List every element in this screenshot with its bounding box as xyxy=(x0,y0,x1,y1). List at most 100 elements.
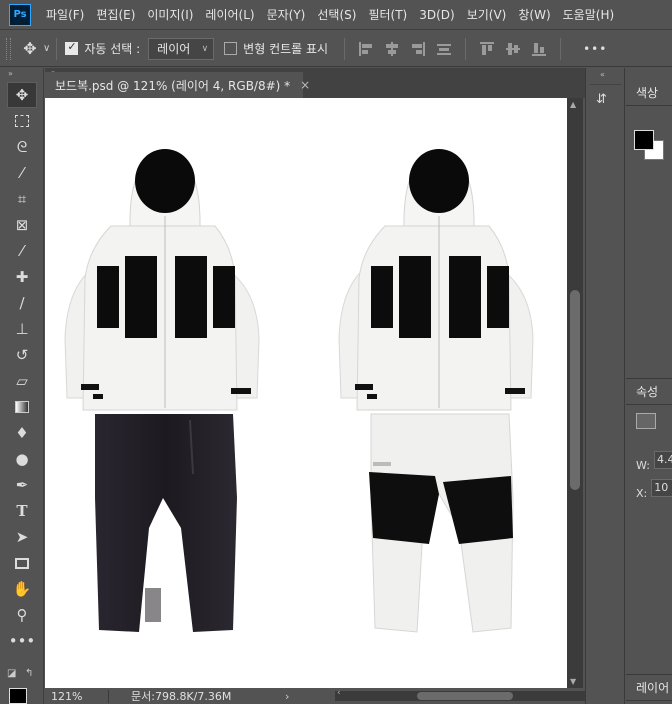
width-input[interactable]: 4.4 xyxy=(653,451,672,469)
scroll-up-icon[interactable]: ▲ xyxy=(570,100,576,109)
menu-view[interactable]: 보기(V) xyxy=(467,6,507,23)
history-panel-icon[interactable]: ⇵ xyxy=(596,92,616,112)
menu-bar: Ps 파일(F) 편집(E) 이미지(I) 레이어(L) 문자(Y) 선택(S)… xyxy=(0,0,672,30)
rectangle-icon[interactable] xyxy=(7,550,37,576)
type-icon[interactable]: T xyxy=(7,498,37,524)
align-left-icon[interactable] xyxy=(358,41,374,57)
align-bottom-icon[interactable] xyxy=(531,41,547,57)
left-outfit-jacket xyxy=(64,149,260,411)
more-options-icon[interactable]: ••• xyxy=(583,42,607,56)
move-icon[interactable]: ✥ xyxy=(7,82,37,108)
scroll-left-icon[interactable]: ‹ xyxy=(337,688,341,698)
width-label: W: xyxy=(636,459,650,472)
canvas-area[interactable] xyxy=(45,98,567,688)
foreground-color-swatch[interactable] xyxy=(9,688,27,704)
magic-wand-icon[interactable]: ⁄ xyxy=(7,160,37,186)
menu-image[interactable]: 이미지(I) xyxy=(147,6,193,23)
vertical-scroll-thumb[interactable] xyxy=(570,290,580,490)
move-tool-preset-icon[interactable]: ✥ xyxy=(19,38,41,60)
x-input[interactable]: 10 xyxy=(651,479,672,497)
default-colors-icon[interactable]: ◪ xyxy=(7,668,16,679)
auto-select-checkbox[interactable] xyxy=(65,40,79,55)
transform-controls-label: 변형 컨트롤 표시 xyxy=(243,42,329,56)
options-grip[interactable] xyxy=(6,37,11,60)
align-top-icon[interactable] xyxy=(479,41,495,57)
menu-type[interactable]: 문자(Y) xyxy=(267,6,306,23)
menu-window[interactable]: 창(W) xyxy=(518,6,550,23)
history-brush-icon[interactable]: ↺ xyxy=(7,342,37,368)
document-info: 문서:798.8K/7.36M xyxy=(131,690,232,703)
left-outfit-pants xyxy=(95,414,237,632)
hand-icon[interactable]: ✋ xyxy=(7,576,37,602)
status-bar: 121% 문서:798.8K/7.36M › ‹ xyxy=(45,688,585,704)
toolbar-color-swatches[interactable]: ◪ ↰ xyxy=(7,668,41,704)
status-menu-arrow-icon[interactable]: › xyxy=(285,690,289,703)
menu-select[interactable]: 선택(S) xyxy=(317,6,356,23)
panel-dock: « ⇵ xyxy=(585,68,625,704)
transform-controls-checkbox[interactable] xyxy=(224,42,238,55)
vertical-scrollbar[interactable]: ▲ ▼ xyxy=(567,98,583,688)
photoshop-logo: Ps xyxy=(9,3,31,26)
auto-select-value: 레이어 xyxy=(157,42,191,56)
zoom-level[interactable]: 121% xyxy=(45,689,109,703)
foreground-color[interactable] xyxy=(634,130,654,150)
zoom-icon[interactable]: ⚲ xyxy=(7,602,37,628)
menu-layer[interactable]: 레이어(L) xyxy=(205,6,254,23)
eyedropper-icon[interactable]: ⁄ xyxy=(7,238,37,264)
menu-file[interactable]: 파일(F) xyxy=(46,6,84,23)
collapse-icon[interactable]: » xyxy=(0,68,43,82)
tab-color[interactable]: 색상 xyxy=(626,80,672,106)
x-label: X: xyxy=(636,487,648,500)
align-center-h-icon[interactable] xyxy=(384,41,400,57)
divider xyxy=(56,37,58,60)
eraser-icon[interactable]: ▱ xyxy=(7,368,37,394)
align-right-icon[interactable] xyxy=(410,41,426,57)
menu-filter[interactable]: 필터(T) xyxy=(368,6,407,23)
tools-panel: » ✥ ᘓ ⁄ ⌗ ⊠ ⁄ ✚ ∕ ⊥ ↺ ▱ ♦ ● ✒ T ➤ ✋ ⚲ ••… xyxy=(0,68,44,704)
distribute-icon[interactable] xyxy=(436,41,452,57)
layers-panel: 레이어 xyxy=(626,674,672,704)
brush-icon[interactable]: ∕ xyxy=(7,290,37,316)
gradient-icon[interactable] xyxy=(7,394,37,420)
menu-edit[interactable]: 편집(E) xyxy=(96,6,135,23)
horizontal-scrollbar[interactable]: ‹ xyxy=(335,688,585,701)
scroll-down-icon[interactable]: ▼ xyxy=(570,677,576,686)
tab-properties[interactable]: 속성 xyxy=(626,379,672,405)
divider xyxy=(344,37,346,60)
x-row: X: 10 xyxy=(636,479,672,500)
horizontal-scroll-thumb[interactable] xyxy=(417,692,513,700)
document-tab-title: 보드복.psd @ 121% (레이어 4, RGB/8#) * xyxy=(55,78,291,93)
options-bar: ✥ ∨ 자동 선택 : 레이어 ∨ 변형 컨트롤 표시 ••• xyxy=(0,31,672,67)
divider xyxy=(465,37,467,60)
divider xyxy=(590,84,622,85)
auto-select-dropdown[interactable]: 레이어 ∨ xyxy=(148,37,215,60)
document-canvas[interactable] xyxy=(45,98,567,688)
menu-3d[interactable]: 3D(D) xyxy=(419,8,454,22)
image-icon xyxy=(636,413,656,429)
more-tools-icon[interactable]: ••• xyxy=(7,628,37,654)
document-tab[interactable]: 보드복.psd @ 121% (레이어 4, RGB/8#) * × xyxy=(45,72,310,98)
collapse-icon[interactable]: « xyxy=(600,70,605,79)
path-select-icon[interactable]: ➤ xyxy=(7,524,37,550)
properties-panel: 속성 W:4.4 X:10 xyxy=(626,378,672,678)
chevron-down-icon[interactable]: ∨ xyxy=(43,43,50,54)
auto-select-label: 자동 선택 : xyxy=(84,42,141,56)
frame-icon[interactable]: ⊠ xyxy=(7,212,37,238)
swap-colors-icon[interactable]: ↰ xyxy=(25,668,33,679)
close-icon[interactable]: × xyxy=(300,78,310,92)
blur-icon[interactable]: ♦ xyxy=(7,420,37,446)
menu-help[interactable]: 도움말(H) xyxy=(563,6,615,23)
healing-icon[interactable]: ✚ xyxy=(7,264,37,290)
lasso-icon[interactable]: ᘓ xyxy=(7,134,37,160)
dodge-icon[interactable]: ● xyxy=(7,446,37,472)
canvas-artwork xyxy=(64,149,534,633)
marquee-icon[interactable] xyxy=(7,108,37,134)
document-tab-bar: » 보드복.psd @ 121% (레이어 4, RGB/8#) * × xyxy=(45,68,585,98)
right-panel: 색상 속성 W:4.4 X:10 레이어 xyxy=(626,68,672,704)
align-center-v-icon[interactable] xyxy=(505,41,521,57)
pen-icon[interactable]: ✒ xyxy=(7,472,37,498)
crop-icon[interactable]: ⌗ xyxy=(7,186,37,212)
chevron-down-icon: ∨ xyxy=(201,43,209,54)
stamp-icon[interactable]: ⊥ xyxy=(7,316,37,342)
tab-layers[interactable]: 레이어 xyxy=(626,675,672,701)
